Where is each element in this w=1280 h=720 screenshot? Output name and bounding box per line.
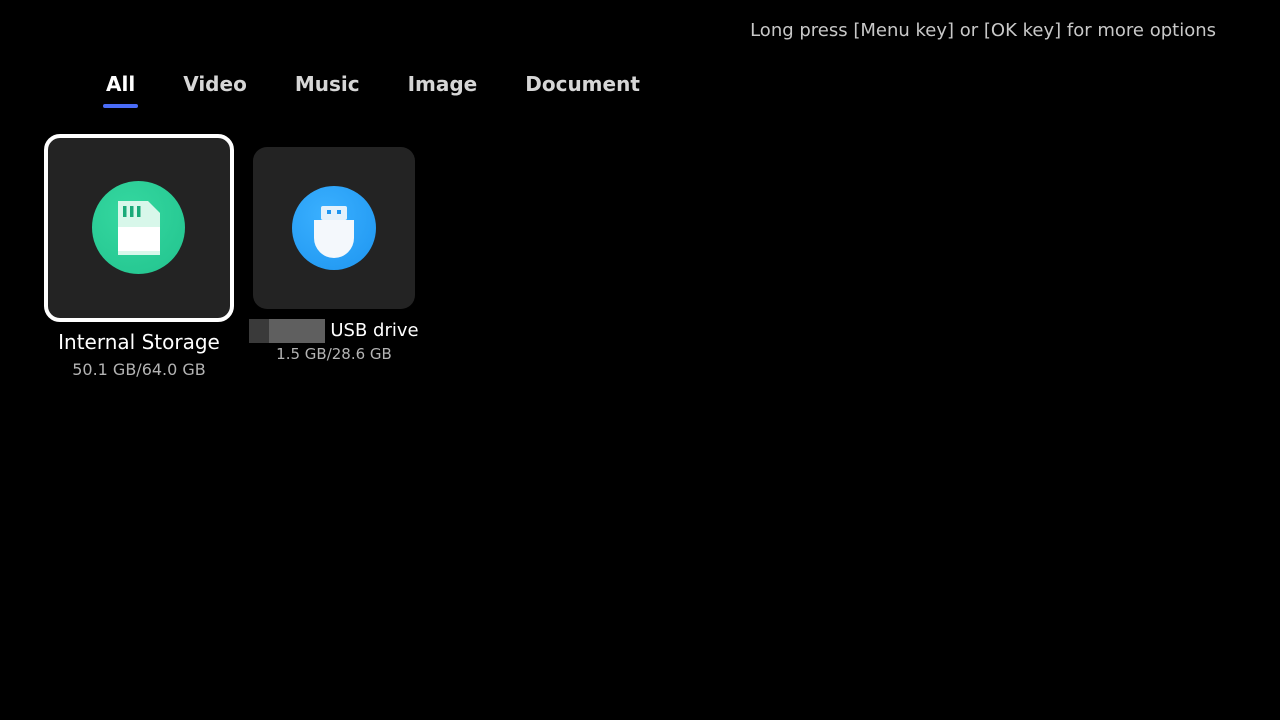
- options-hint: Long press [Menu key] or [OK key] for mo…: [750, 20, 1216, 41]
- tab-label: Music: [294, 72, 360, 96]
- device-storage-usage: 1.5 GB/28.6 GB: [276, 345, 392, 363]
- device-storage-usage: 50.1 GB/64.0 GB: [72, 360, 206, 379]
- sd-card-icon: [118, 201, 160, 255]
- internal-storage-icon-circle: [92, 181, 185, 274]
- tab-all[interactable]: All: [103, 72, 139, 108]
- device-internal-storage[interactable]: Internal Storage 50.1 GB/64.0 GB: [44, 134, 234, 384]
- tab-video[interactable]: Video: [183, 72, 247, 108]
- device-usb-drive[interactable]: USB drive 1.5 GB/28.6 GB: [244, 147, 424, 367]
- device-name: Internal Storage: [58, 330, 220, 354]
- usb-drive-icon-circle: [292, 186, 376, 270]
- active-tab-indicator: [103, 104, 139, 108]
- file-manager-screen: Long press [Menu key] or [OK key] for mo…: [0, 0, 1280, 720]
- tab-image[interactable]: Image: [408, 72, 478, 108]
- device-name-row: USB drive: [244, 319, 424, 343]
- category-tabs: All Video Music Image Document: [103, 72, 688, 108]
- tab-label: Image: [407, 72, 478, 96]
- tab-label: All: [106, 72, 136, 96]
- tab-label: Video: [183, 72, 247, 96]
- tab-document[interactable]: Document: [525, 72, 640, 108]
- device-name: USB drive: [330, 320, 419, 341]
- tab-music[interactable]: Music: [295, 72, 360, 108]
- usb-drive-icon: [314, 206, 354, 258]
- tab-label: Document: [525, 72, 640, 96]
- redacted-label: [249, 319, 326, 343]
